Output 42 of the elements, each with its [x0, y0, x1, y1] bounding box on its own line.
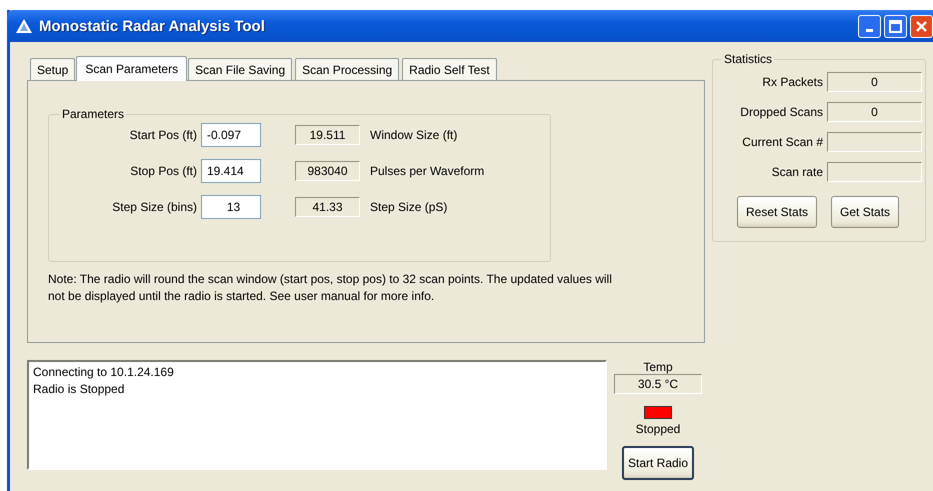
minimize-icon — [866, 28, 873, 32]
tab[interactable]: Scan File Saving — [188, 58, 292, 80]
stats-button[interactable]: Get Stats — [831, 196, 900, 228]
group-title: Statistics — [723, 52, 774, 66]
field-label: Stop Pos (ft) — [129, 164, 197, 178]
stat-label: Current Scan # — [741, 135, 823, 149]
close-icon — [915, 20, 928, 32]
window-title: Monostatic Radar Analysis Tool — [39, 18, 266, 34]
tab[interactable]: Setup — [30, 58, 76, 80]
stat-label: Rx Packets — [761, 75, 823, 89]
readout-label: Step Size (pS) — [370, 200, 448, 214]
readout-field: 19.511 — [295, 125, 360, 145]
close-button[interactable] — [910, 14, 933, 38]
readout-field: 41.33 — [295, 197, 360, 217]
stats-button[interactable]: Reset Stats — [737, 196, 818, 228]
input-field[interactable]: 19.414 — [201, 159, 261, 183]
field-label: Start Pos (ft) — [128, 128, 197, 142]
tab[interactable]: Scan Parameters — [76, 56, 188, 81]
group-title: Parameters — [61, 107, 126, 121]
log-line: Radio is Stopped — [33, 381, 126, 398]
temp-field: 30.5 °C — [614, 374, 702, 394]
stat-label: Dropped Scans — [739, 105, 823, 119]
tab[interactable]: Scan Processing — [295, 58, 400, 80]
input-field[interactable]: 13 — [201, 195, 261, 219]
input-field[interactable]: -0.097 — [201, 123, 261, 147]
stat-field: 0 — [827, 72, 922, 92]
temp-label: Temp — [643, 360, 673, 374]
readout-label: Pulses per Waveform — [370, 164, 486, 178]
readout-field: 983040 — [295, 161, 360, 181]
stat-field: 0 — [827, 102, 922, 122]
readout-label: Window Size (ft) — [370, 128, 458, 142]
maximize-icon — [889, 20, 902, 32]
maximize-button[interactable] — [884, 14, 907, 38]
app-logo-icon — [15, 18, 33, 34]
tab[interactable]: Radio Self Test — [402, 58, 497, 80]
minimize-button[interactable] — [858, 14, 881, 38]
start-radio-button[interactable]: Start Radio — [622, 446, 694, 480]
log-line: Connecting to 10.1.24.169 — [33, 364, 175, 381]
stat-label: Scan rate — [770, 165, 823, 179]
note-text: Note: The radio will round the scan window (start pos, stop pos) to 32 scan points. The updated values will not be displayed until the radio is started. See user manual for more info. — [48, 271, 613, 305]
status-text: Stopped — [636, 422, 680, 436]
field-label: Step Size (bins) — [111, 200, 197, 214]
